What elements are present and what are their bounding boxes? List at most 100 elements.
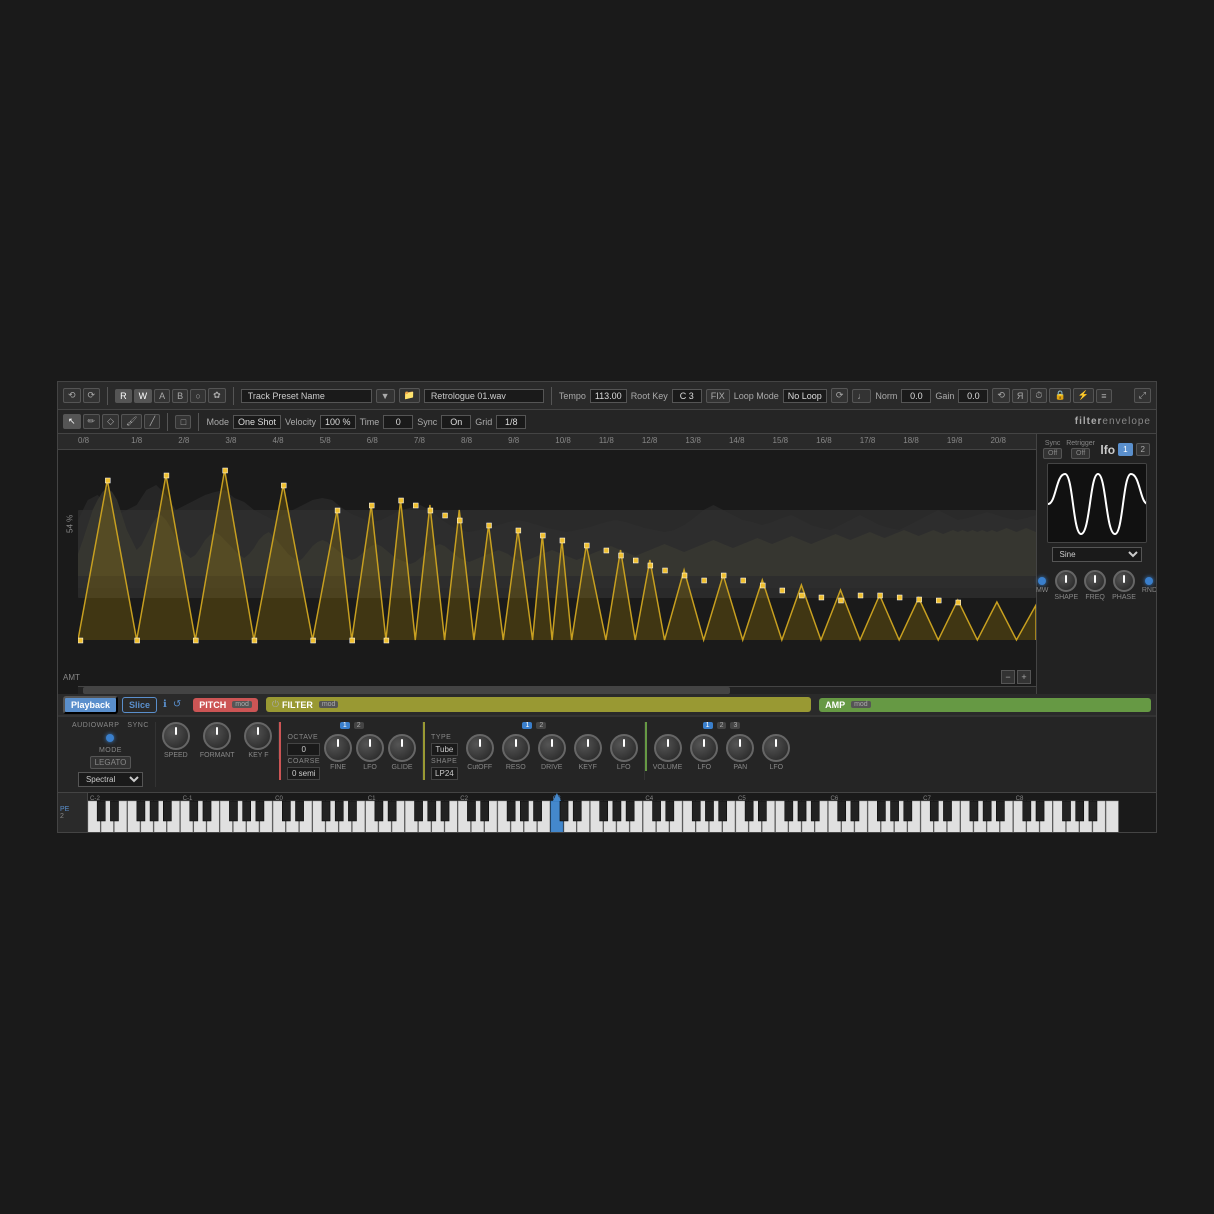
pan-knob-label: PAN <box>733 764 747 771</box>
lfo-shape-knob[interactable] <box>1055 570 1077 592</box>
glide-knob[interactable] <box>388 734 416 762</box>
filter-lfo-knob[interactable] <box>610 734 638 762</box>
mode-control: MODE LEGATO <box>90 747 132 769</box>
retrigger-label: Retrigger <box>1066 440 1095 447</box>
mw-led <box>1038 577 1046 585</box>
waveform-scrollbar[interactable] <box>78 686 1156 694</box>
line-tool-btn[interactable]: ╱ <box>144 414 160 429</box>
fine-knob[interactable] <box>324 734 352 762</box>
drive-knob[interactable] <box>538 734 566 762</box>
velocity-value[interactable]: 100 % <box>320 415 356 429</box>
back-btn[interactable]: ⟲ <box>992 388 1010 403</box>
lfo-phase-knob[interactable] <box>1113 570 1135 592</box>
pan-knob[interactable] <box>726 734 754 762</box>
retrigger-off-btn[interactable]: Off <box>1071 448 1090 459</box>
filter-num-row: 1 2 <box>522 722 546 729</box>
keyf-knob[interactable] <box>244 722 272 750</box>
speed-knobs-block: SPEED FORMANT KEY F <box>156 722 280 759</box>
circle-button[interactable]: ○ <box>190 389 206 403</box>
audiowarp-block: AUDIOWARP SYNC MODE LEGATO Spectral Élas… <box>66 722 156 787</box>
clock-btn[interactable]: ⏱ <box>1030 388 1047 403</box>
speed-knob[interactable] <box>162 722 190 750</box>
sync-off-btn[interactable]: Off <box>1043 448 1062 459</box>
lock-btn[interactable]: 🔒 <box>1049 388 1070 403</box>
coarse-label: COARSE <box>287 758 320 765</box>
tempo-value[interactable]: 113.00 <box>590 389 627 403</box>
sync-label-sec: Sync <box>417 417 437 427</box>
zoom-minus-btn[interactable]: − <box>1001 670 1015 684</box>
redo-button[interactable]: ⟳ <box>83 388 101 403</box>
filter-shape-value[interactable]: LP24 <box>431 767 458 780</box>
waveform-svg-container[interactable] <box>78 450 1036 694</box>
cutoff-knob[interactable] <box>466 734 494 762</box>
record-button[interactable]: R <box>115 389 132 403</box>
preset-name-input[interactable] <box>241 389 372 403</box>
gain-value[interactable]: 0.0 <box>958 389 988 403</box>
undo-button[interactable]: ⟲ <box>63 388 81 403</box>
zoom-plus-btn[interactable]: + <box>1017 670 1031 684</box>
mode-value[interactable]: One Shot <box>233 415 281 429</box>
pencil-tool-btn[interactable]: ✏ <box>83 414 101 429</box>
audiowarp-led <box>106 734 114 742</box>
reverse-btn[interactable]: Я <box>1012 389 1029 403</box>
legato-btn[interactable]: LEGATO <box>90 756 132 769</box>
write-button[interactable]: W <box>134 389 153 403</box>
lfo-num2-btn[interactable]: 2 <box>1136 443 1150 456</box>
ruler-tick-19: 19/8 <box>947 436 963 450</box>
mode-row: MODE LEGATO <box>90 747 132 769</box>
octave-value[interactable]: 0 <box>287 743 320 756</box>
reso-knob[interactable] <box>502 734 530 762</box>
filter-power-icon[interactable]: ⏻ <box>272 699 279 710</box>
fix-button[interactable]: FIX <box>706 389 730 403</box>
sync-value-sec[interactable]: On <box>441 415 471 429</box>
grid-value[interactable]: 1/8 <box>496 415 526 429</box>
filter-keyf-knob[interactable] <box>574 734 602 762</box>
select-tool-btn[interactable]: ↖ <box>63 414 81 429</box>
lightning-btn[interactable]: ⚡ <box>1073 388 1094 403</box>
lfo-freq-knob[interactable] <box>1084 570 1106 592</box>
amp-block: 1 2 3 VOLUME LFO PAN LF <box>645 722 797 771</box>
volume-knob[interactable] <box>654 734 682 762</box>
folder-button[interactable]: 📁 <box>399 388 420 403</box>
time-value[interactable]: 0 <box>383 415 413 429</box>
slice-reset-btn[interactable]: ↺ <box>173 699 181 710</box>
filter-type-value[interactable]: Tube <box>431 743 458 756</box>
info-btn[interactable]: □ <box>175 415 191 429</box>
coarse-value[interactable]: 0 semi <box>287 767 320 780</box>
ruler-tick-12: 12/8 <box>642 436 658 450</box>
formant-knob[interactable] <box>203 722 231 750</box>
b-button[interactable]: B <box>172 389 188 403</box>
mode-select[interactable]: Spectral Élastique Standard <box>78 772 143 787</box>
slice-info-icon[interactable]: ℹ <box>163 699 167 710</box>
loop-btn[interactable]: ⟳ <box>831 388 849 403</box>
norm-value[interactable]: 0.0 <box>901 389 931 403</box>
metronome-btn[interactable]: ♩ <box>852 389 871 403</box>
pitch-lfo-knob[interactable] <box>356 734 384 762</box>
amp-lfo2-knob[interactable] <box>762 734 790 762</box>
a-button[interactable]: A <box>154 389 170 403</box>
lines-btn[interactable]: ≡ <box>1096 389 1112 403</box>
paint-tool-btn[interactable]: 🖌 <box>121 414 142 429</box>
loop-mode-value[interactable]: No Loop <box>783 389 827 403</box>
amp-lfo-knob[interactable] <box>690 734 718 762</box>
expand-button[interactable]: ⤢ <box>1134 388 1151 403</box>
lfo-shape-select[interactable]: Sine Triangle Sawtooth Square S&H <box>1052 547 1142 562</box>
ruler-tick-1: 1/8 <box>131 436 142 450</box>
divider-tools2 <box>198 413 199 431</box>
eraser-tool-btn[interactable]: ◇ <box>102 414 119 429</box>
grid-label: Grid <box>475 417 492 427</box>
svg-text:C0: C0 <box>275 796 283 802</box>
pitch-block: 1 2 OCTAVE 0 COARSE 0 semi FINE LFO <box>279 722 423 780</box>
action-controls: ⟲ Я ⏱ 🔒 ⚡ ≡ <box>992 388 1112 403</box>
ruler-tick-17: 17/8 <box>860 436 876 450</box>
flower-button[interactable]: ✿ <box>208 388 226 403</box>
preset-arrow-button[interactable]: ▼ <box>376 389 395 403</box>
root-key-value[interactable]: C 3 <box>672 389 702 403</box>
piano-keys-area[interactable]: // Will be rendered as SVG directly <box>88 793 1156 832</box>
lfo-num1-btn[interactable]: 1 <box>1118 443 1132 456</box>
slice-tab[interactable]: Slice <box>122 697 157 713</box>
amp-lfo2-knob-label: LFO <box>769 764 783 771</box>
playback-tab[interactable]: Playback <box>63 696 118 714</box>
shape-knob-group: SHAPE <box>1054 570 1078 601</box>
sync-control-pb: SYNC <box>127 722 148 729</box>
